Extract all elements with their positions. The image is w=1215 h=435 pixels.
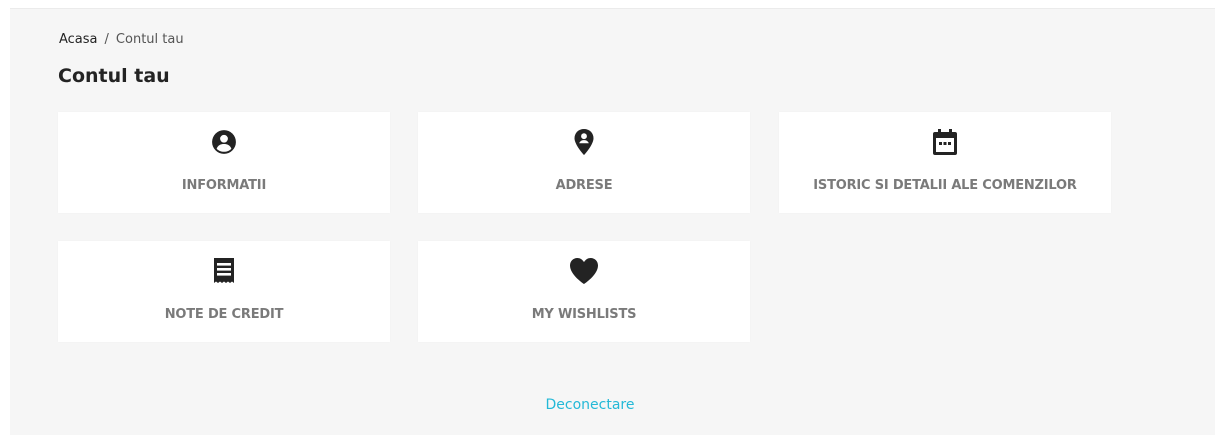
tile-label: ADRESE [555, 178, 613, 193]
receipt-icon [58, 257, 390, 285]
tile-label: NOTE DE CREDIT [164, 307, 284, 322]
tile-adrese[interactable]: ADRESE [418, 112, 750, 213]
tile-istoric-comenzi[interactable]: ISTORIC SI DETALII ALE COMENZILOR [779, 112, 1111, 213]
page: Acasa / Contul tau Contul tau INFORMATII [0, 0, 1215, 435]
breadcrumb-home-link[interactable]: Acasa [59, 32, 98, 47]
page-title: Contul tau [58, 65, 170, 87]
calendar-icon [779, 128, 1111, 156]
heart-icon [418, 257, 750, 285]
account-circle-icon [58, 128, 390, 156]
tile-informatii[interactable]: INFORMATII [58, 112, 390, 213]
tile-label: MY WISHLISTS [531, 307, 637, 322]
logout-container: Deconectare [10, 397, 1170, 413]
tile-label: INFORMATII [181, 178, 267, 193]
tile-my-wishlists[interactable]: MY WISHLISTS [418, 241, 750, 342]
logout-link[interactable]: Deconectare [546, 397, 635, 413]
breadcrumb: Acasa / Contul tau [59, 32, 184, 47]
breadcrumb-separator: / [104, 32, 109, 47]
location-pin-icon [418, 128, 750, 156]
tile-label: ISTORIC SI DETALII ALE COMENZILOR [813, 178, 1077, 193]
breadcrumb-current: Contul tau [115, 32, 184, 47]
account-panel: Acasa / Contul tau Contul tau INFORMATII [10, 8, 1215, 435]
tile-note-credit[interactable]: NOTE DE CREDIT [58, 241, 390, 342]
